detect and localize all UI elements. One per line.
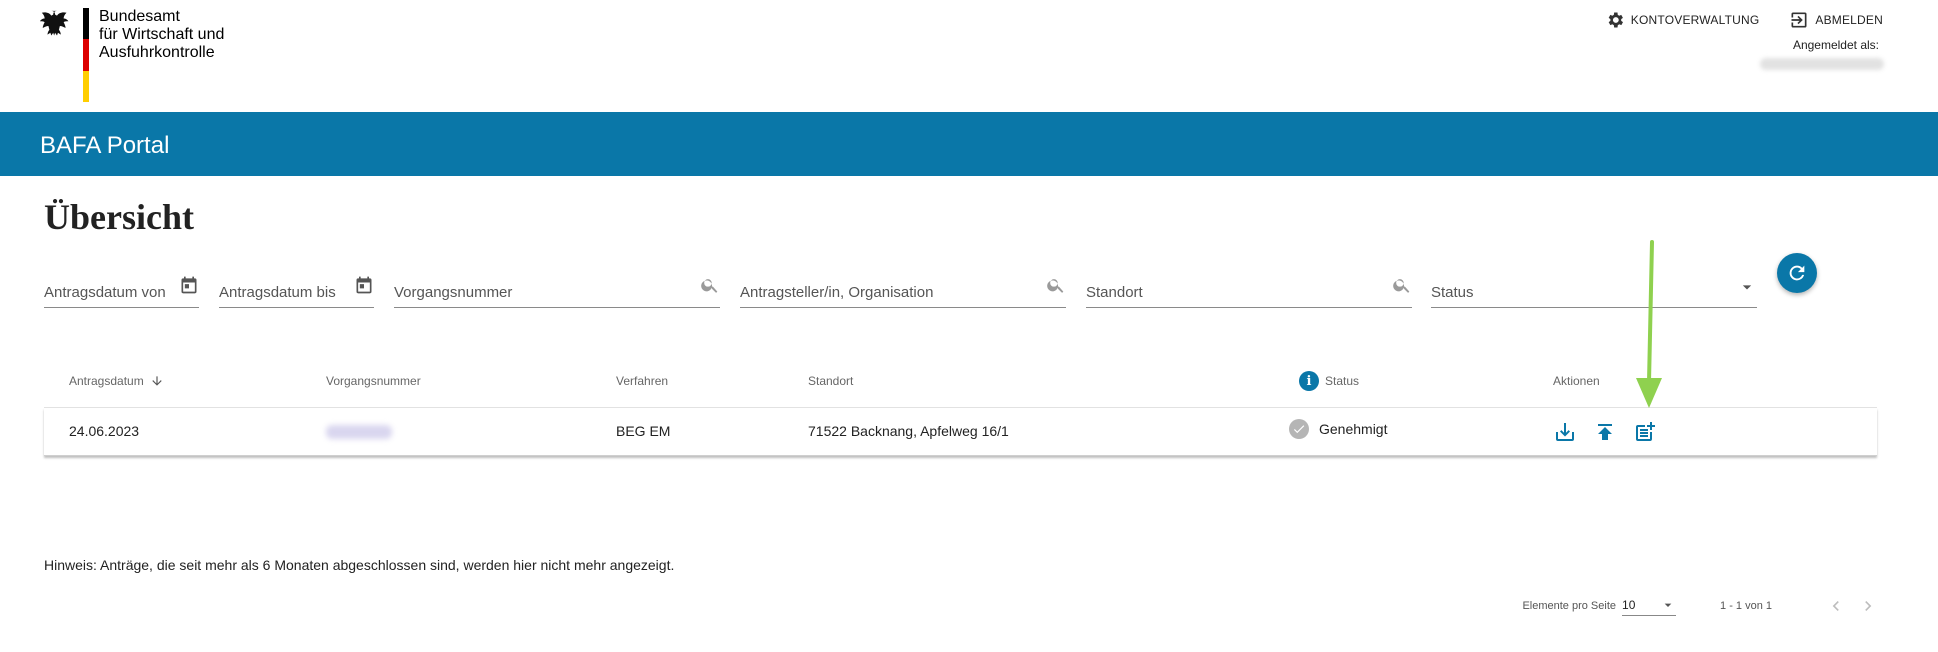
agency-line-2: für Wirtschaft und [99,26,225,43]
calendar-icon[interactable] [354,275,374,295]
page-range-label: 1 - 1 von 1 [1720,600,1772,612]
info-icon[interactable]: i [1299,371,1319,391]
dropdown-icon [1664,603,1672,607]
refresh-button[interactable] [1777,253,1817,293]
check-icon [1289,419,1309,439]
date-from-field[interactable]: Antragsdatum von [44,270,199,308]
agency-line-3: Ausfuhrkontrolle [99,44,215,61]
agency-line-1: Bundesamt [99,8,180,25]
paginator: Elemente pro Seite 10 1 - 1 von 1 [1522,596,1878,616]
column-actions-label: Aktionen [1553,374,1600,388]
applicant-placeholder: Antragsteller/in, Organisation [740,284,934,301]
calendar-icon[interactable] [179,275,199,295]
applicant-search[interactable]: Antragsteller/in, Organisation [740,270,1066,308]
agency-name: Bundesamt für Wirtschaft und Ausfuhrkont… [99,8,224,62]
search-icon [701,279,718,293]
logged-in-label: Angemeldet als: [1792,38,1879,52]
bafa-logo[interactable]: Bundesamt für Wirtschaft und Ausfuhrkont… [38,8,224,102]
column-header-status[interactable]: i Status [1299,371,1359,391]
page-size-value: 10 [1622,597,1636,612]
add-document-icon[interactable] [1633,420,1657,444]
logout-icon [1791,12,1807,28]
row-location: 71522 Backnang, Apfelweg 16/1 [808,423,1009,439]
date-to-field[interactable]: Antragsdatum bis [219,270,374,308]
status-select[interactable]: Status [1431,270,1757,308]
account-settings-label: KONTOVERWALTUNG [1630,13,1760,27]
page-title: Übersicht [44,197,194,237]
location-placeholder: Standort [1086,284,1143,301]
table-row[interactable]: 24.06.2023 BEG EM 71522 Backnang, Apfelw… [44,408,1877,456]
date-from-placeholder: Antragsdatum von [44,284,166,301]
german-flag-stripe [83,8,89,102]
case-number-search[interactable]: Vorgangsnummer [394,270,720,308]
top-header: Bundesamt für Wirtschaft und Ausfuhrkont… [0,0,1938,112]
download-icon[interactable] [1553,420,1577,444]
page-size-label: Elemente pro Seite [1522,600,1617,612]
column-header-location[interactable]: Standort [808,374,853,388]
column-status-label: Status [1325,374,1360,388]
sort-arrow-icon [152,376,162,386]
column-procedure-label: Verfahren [616,374,669,388]
row-case-number-redacted [326,425,392,439]
row-date: 24.06.2023 [69,423,140,439]
dropdown-icon [1742,285,1752,290]
row-actions [1553,420,1657,444]
logout-link[interactable]: ABMELDEN [1789,10,1883,30]
column-header-case-number[interactable]: Vorgangsnummer [326,374,421,388]
status-placeholder: Status [1431,284,1474,301]
column-header-actions: Aktionen [1553,374,1600,388]
column-location-label: Standort [808,374,854,388]
eagle-icon [39,10,69,36]
portal-title[interactable]: BAFA Portal [40,132,169,160]
row-procedure: BEG EM [616,423,671,439]
date-to-placeholder: Antragsdatum bis [219,284,336,301]
logged-in-user-redacted [1760,58,1884,70]
column-header-date[interactable]: Antragsdatum [69,374,164,388]
gear-icon [1608,12,1623,28]
portal-bar: BAFA Portal [0,112,1938,176]
table-header: Antragsdatum Vorgangsnummer Verfahren St… [44,358,1877,408]
upload-icon[interactable] [1593,420,1617,444]
search-icon [1047,279,1064,293]
case-number-placeholder: Vorgangsnummer [394,284,513,301]
applications-table: Antragsdatum Vorgangsnummer Verfahren St… [44,358,1877,458]
account-links: KONTOVERWALTUNG ABMELDEN [1605,10,1883,30]
logout-label: ABMELDEN [1815,13,1883,27]
refresh-icon [1789,265,1805,281]
chevron-right-icon[interactable] [1858,596,1878,616]
annotation-arrow [1636,240,1662,408]
chevron-left-icon[interactable] [1826,596,1846,616]
page-size-select[interactable]: 10 [1622,597,1677,616]
column-date-label: Antragsdatum [69,374,144,388]
location-search[interactable]: Standort [1086,270,1412,308]
retention-hint: Hinweis: Anträge, die seit mehr als 6 Mo… [44,557,675,573]
account-settings-link[interactable]: KONTOVERWALTUNG [1605,10,1760,30]
column-case-number-label: Vorgangsnummer [326,374,421,388]
row-status: Genehmigt [1289,419,1387,439]
row-status-label: Genehmigt [1319,421,1388,437]
column-header-procedure[interactable]: Verfahren [616,374,668,388]
search-icon [1393,279,1410,293]
